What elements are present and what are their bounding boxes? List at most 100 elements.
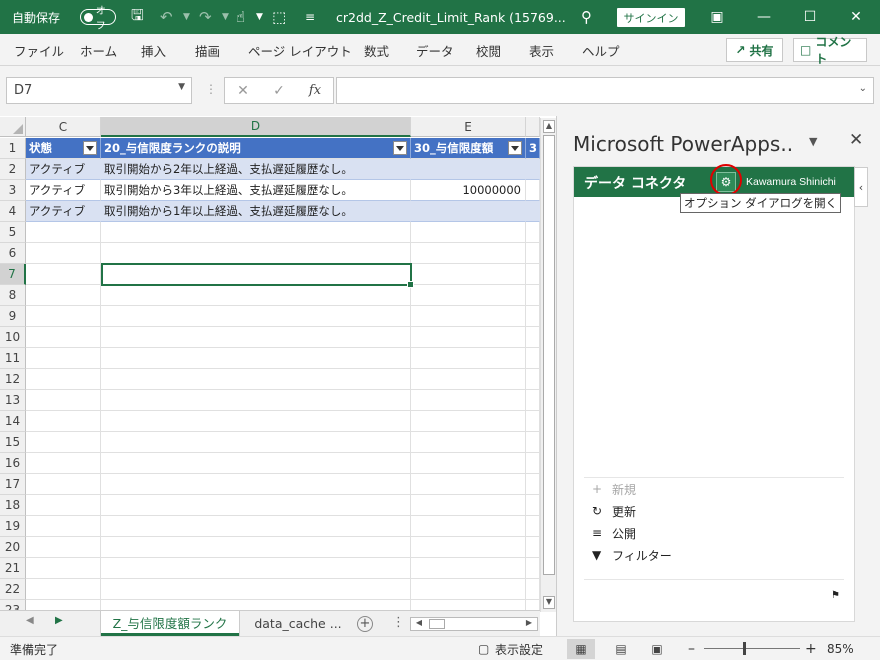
new-command[interactable]: + 新規 [584,478,844,500]
grid-cell[interactable] [101,558,411,579]
redo-icon[interactable]: ↷ [199,0,212,34]
grid-cell[interactable] [101,537,411,558]
sheet-next-icon[interactable]: ▶ [55,615,63,626]
grid-cell[interactable] [101,453,411,474]
redo-dropdown-icon[interactable]: ▼ [222,0,229,34]
row-header[interactable]: 14 [0,411,26,432]
grid-cell[interactable] [411,285,526,306]
add-sheet-icon[interactable]: + [357,616,373,632]
table-header-cell[interactable]: 20_与信限度ランクの説明 [101,138,411,159]
grid-cell[interactable] [526,243,540,264]
grid-cell[interactable] [26,579,101,600]
table-cell[interactable] [411,159,526,180]
refresh-command[interactable]: ↻ 更新 [584,500,844,522]
grid-cell[interactable] [101,474,411,495]
grid-cell[interactable] [26,516,101,537]
grid-cell[interactable] [526,537,540,558]
row-header[interactable]: 12 [0,369,26,390]
row-header[interactable]: 19 [0,516,26,537]
grid-cell[interactable] [101,243,411,264]
grid-cell[interactable] [26,474,101,495]
undo-icon[interactable]: ↶ [160,0,173,34]
grid-cell[interactable] [26,222,101,243]
grid-cell[interactable] [26,285,101,306]
table-cell[interactable] [526,180,540,201]
grid-cell[interactable] [411,558,526,579]
grid-cell[interactable] [526,306,540,327]
grid-cell[interactable] [526,432,540,453]
row-header[interactable]: 3 [0,180,26,201]
grid-cell[interactable] [26,390,101,411]
select-object-icon[interactable]: ⬚ [272,0,286,34]
grid-cell[interactable] [101,432,411,453]
row-header[interactable]: 20 [0,537,26,558]
table-cell[interactable]: アクティブ [26,159,101,180]
grid-cell[interactable] [26,369,101,390]
table-header-cell[interactable]: 30_与信限度額 [411,138,526,159]
grid-cell[interactable] [411,348,526,369]
cancel-icon[interactable]: ✕ [225,83,261,99]
row-header[interactable]: 5 [0,222,26,243]
chevron-down-icon[interactable]: ▼ [178,82,185,92]
column-header-e[interactable]: E [411,117,526,137]
tab-file[interactable]: ファイル [14,34,64,66]
grid-cell[interactable] [101,222,411,243]
horizontal-scrollbar[interactable]: ◀ ▶ [410,617,538,631]
page-break-view-icon[interactable]: ▣ [643,639,671,659]
grid-cell[interactable] [526,558,540,579]
grid-cell[interactable] [526,453,540,474]
table-cell[interactable]: 取引開始から3年以上経過、支払遅延履歴なし。 [101,180,411,201]
maximize-icon[interactable]: ☐ [787,0,833,34]
column-header-d[interactable]: D [101,117,411,137]
grid-cell[interactable] [411,537,526,558]
grid-cell[interactable] [526,516,540,537]
grid-cell[interactable] [101,306,411,327]
grid-cell[interactable] [101,516,411,537]
hscroll-thumb[interactable] [429,619,445,629]
row-header[interactable]: 18 [0,495,26,516]
grid-cell[interactable] [101,348,411,369]
row-header[interactable]: 13 [0,390,26,411]
zoom-out-icon[interactable]: – [688,637,695,660]
panel-close-icon[interactable]: ✕ [849,130,863,150]
grid-cell[interactable] [526,348,540,369]
active-cell-d7[interactable] [101,263,414,288]
zoom-level[interactable]: 85% [827,637,854,660]
tab-insert[interactable]: 挿入 [141,34,166,66]
row-header[interactable]: 21 [0,558,26,579]
table-header-cell[interactable]: 3 [526,138,540,159]
row-header[interactable]: 4 [0,201,26,222]
table-cell[interactable]: アクティブ [26,201,101,222]
table-cell[interactable]: アクティブ [26,180,101,201]
customize-qat-icon[interactable]: ≡ [305,0,315,34]
table-cell[interactable]: 取引開始から1年以上経過、支払遅延履歴なし。 [101,201,411,222]
grid-cell[interactable] [26,453,101,474]
worksheet-grid[interactable]: C D E 1 2 3 4 5 6 7 8 9 10 11 12 13 14 15 16 17 18 19 20 21 2… [0,116,540,612]
tab-formulas[interactable]: 数式 [364,34,389,66]
tab-view[interactable]: 表示 [529,34,554,66]
table-cell[interactable] [411,201,526,222]
search-icon[interactable]: ⚲ [581,0,592,34]
save-icon[interactable]: 🖫 [131,0,144,34]
filter-dropdown-icon[interactable] [83,141,97,155]
signin-button[interactable]: サインイン [617,8,685,27]
table-cell[interactable] [526,159,540,180]
grid-cell[interactable] [526,579,540,600]
grid-cell[interactable] [411,243,526,264]
tab-review[interactable]: 校閲 [476,34,501,66]
share-button[interactable]: ↗ 共有 [726,38,783,62]
grid-cell[interactable] [411,516,526,537]
tab-page-layout[interactable]: ページ レイアウト [248,34,352,66]
filter-command[interactable]: ▼ フィルター [584,544,844,566]
display-settings-button[interactable]: 表示設定 [495,637,543,660]
name-box[interactable]: D7 ▼ [6,77,192,104]
scroll-right-icon[interactable]: ▶ [523,618,535,630]
grid-cell[interactable] [526,474,540,495]
grid-cell[interactable] [411,222,526,243]
tab-draw[interactable]: 描画 [195,34,220,66]
zoom-slider-thumb[interactable] [743,642,746,655]
grid-cell[interactable] [101,579,411,600]
row-header[interactable]: 10 [0,327,26,348]
grid-cell[interactable] [101,285,411,306]
touch-mode-icon[interactable]: ☝ [236,0,245,34]
